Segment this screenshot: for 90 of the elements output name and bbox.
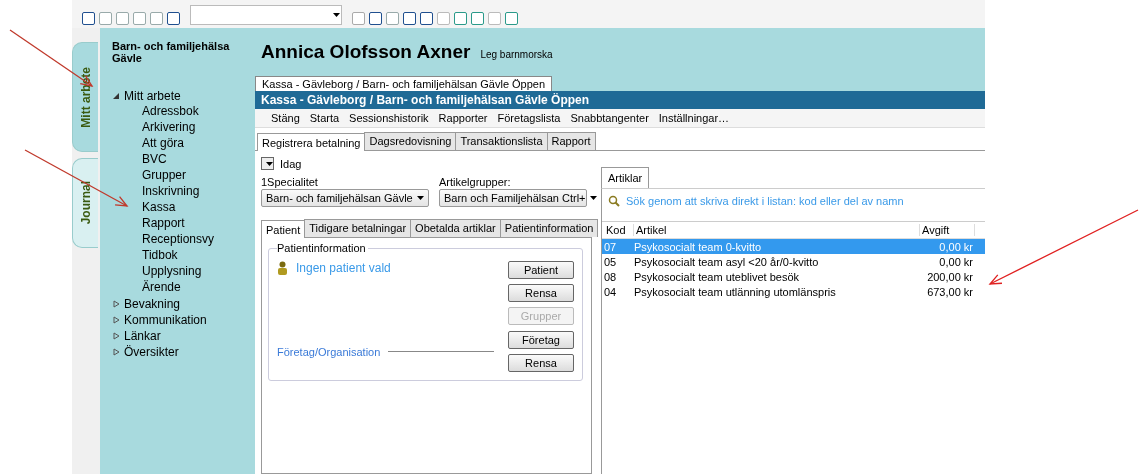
table-cell-text: Psykosocialt team asyl <20 år/0-kvitto <box>634 255 820 268</box>
column-header[interactable]: Artikel <box>634 224 920 236</box>
menu-item[interactable]: Starta <box>309 112 340 124</box>
tree-item[interactable]: Tidbok <box>142 248 178 262</box>
tree-item[interactable]: Adressbok <box>142 104 199 118</box>
field-label: Artikelgrupper: <box>439 176 512 188</box>
column-header[interactable]: Kod <box>604 224 634 236</box>
group-title: Företag/Organisation <box>277 345 381 358</box>
tree-item[interactable]: Översikter <box>124 345 179 359</box>
menu-item[interactable]: Sessionshistorik <box>349 112 429 124</box>
toolbar-icon[interactable] <box>471 12 484 25</box>
table-cell-text: Psykosocialt team utlänning utomlänspris <box>634 285 837 298</box>
table-cell-text: 0,00 kr <box>938 240 974 253</box>
table-row[interactable]: 04 Psykosocialt team utlänning utomlänspris 673,00 kr <box>602 284 985 299</box>
tab[interactable]: Registrera betalning <box>257 133 366 151</box>
toolbar-icon[interactable] <box>82 12 95 25</box>
tree-item[interactable]: Arkivering <box>142 120 196 134</box>
toolbar-icon[interactable] <box>403 12 416 25</box>
toolbar-combo-box[interactable] <box>190 5 342 25</box>
dropdown-button[interactable] <box>261 157 274 170</box>
table-cell-text: 08 <box>604 270 618 283</box>
tree-item[interactable]: Kommunikation <box>124 313 207 327</box>
tab[interactable]: Artiklar <box>601 167 650 188</box>
unit-title: Barn- och familjehälsa Gävle <box>112 40 231 64</box>
user-name: Annica Olofsson Axner <box>261 41 471 63</box>
table-cell-text: Psykosocialt team 0-kvitto <box>634 240 763 253</box>
caret-icon <box>264 160 274 167</box>
tab[interactable]: Patientinformation <box>499 219 599 237</box>
tree-item[interactable]: Att göra <box>142 136 185 150</box>
button[interactable]: Patient <box>508 261 574 279</box>
expand-icon[interactable] <box>112 332 120 340</box>
toolbar-icon[interactable] <box>505 12 518 25</box>
panel-title: Kassa - Gävleborg / Barn- och familjehälsan Gävle Öppen <box>255 91 985 109</box>
toolbar-icon[interactable] <box>420 12 433 25</box>
menu-item[interactable]: Stäng <box>271 112 300 124</box>
document-tab[interactable]: Kassa - Gävleborg / Barn- och familjehälsan Gävle Öppen <box>255 76 553 91</box>
tab[interactable]: Patient <box>261 220 306 238</box>
expand-icon[interactable] <box>112 316 120 324</box>
caret-icon <box>332 12 341 18</box>
tree-item[interactable]: Kassa <box>142 200 176 214</box>
person-icon <box>277 261 288 275</box>
tab[interactable]: Tidigare betalningar <box>304 219 412 237</box>
tree-item[interactable]: Grupper <box>142 168 187 182</box>
menu-item[interactable]: Företagslista <box>497 112 561 124</box>
expand-icon[interactable] <box>112 300 120 308</box>
search-icon <box>608 195 620 207</box>
tree-item[interactable]: Inskrivning <box>142 184 200 198</box>
tab[interactable]: Transaktionslista <box>455 132 548 150</box>
column-header[interactable]: Avgift <box>920 224 975 236</box>
table-cell-text: 0,00 kr <box>938 255 974 268</box>
table-cell-text: 07 <box>604 240 618 253</box>
field-label: 1Specialitet <box>261 176 319 188</box>
toolbar-icon[interactable] <box>454 12 467 25</box>
tree-item[interactable]: Länkar <box>124 329 161 343</box>
button[interactable]: Rensa <box>508 284 574 302</box>
tree-item[interactable]: Mitt arbete <box>124 89 181 103</box>
table-cell-text: 04 <box>604 285 618 298</box>
tree-item[interactable]: BVC <box>142 152 167 166</box>
menu-item[interactable]: Inställningar… <box>658 112 730 124</box>
tree-item[interactable]: Upplysning <box>142 264 202 278</box>
tab[interactable]: Obetalda artiklar <box>410 219 501 237</box>
button[interactable]: Företag <box>508 331 574 349</box>
table-row[interactable]: 05 Psykosocialt team asyl <20 år/0-kvitto 0,00 kr <box>602 254 985 269</box>
table-cell-text: 673,00 kr <box>926 285 974 298</box>
date-filter-label: Idag <box>280 157 302 170</box>
tree-item[interactable]: Bevakning <box>124 297 181 311</box>
tab[interactable]: Dagsredovisning <box>364 132 457 150</box>
menu-item[interactable]: Snabbtangenter <box>570 112 649 124</box>
patient-status: Ingen patient vald <box>296 261 391 275</box>
group-title: Patientinformation <box>277 242 368 254</box>
menu-item[interactable]: Rapporter <box>438 112 488 124</box>
table-cell-text: 05 <box>604 255 618 268</box>
caret-icon <box>588 195 598 201</box>
table-cell-text: Psykosocialt team uteblivet besök <box>634 270 801 283</box>
expand-icon[interactable] <box>112 348 120 356</box>
tree-item[interactable]: Rapport <box>142 216 185 230</box>
table-cell-text: 200,00 kr <box>926 270 974 283</box>
tab[interactable]: Rapport <box>546 132 596 150</box>
collapse-icon[interactable] <box>112 92 120 100</box>
table-row[interactable]: 08 Psykosocialt team uteblivet besök 200,00 kr <box>602 269 985 284</box>
user-role: Leg barnmorska <box>480 49 553 60</box>
toolbar-icon[interactable] <box>369 12 382 25</box>
vertical-tab[interactable]: Mitt arbete <box>72 42 98 152</box>
caret-icon <box>415 195 425 201</box>
vertical-tab[interactable]: Journal <box>72 158 98 248</box>
tree-item[interactable]: Ärende <box>142 280 181 294</box>
tree-item[interactable]: Receptionsvy <box>142 232 215 246</box>
button[interactable]: Rensa <box>508 354 574 372</box>
specialty-dropdown[interactable]: Barn- och familjehälsan Gävle <box>261 189 429 207</box>
toolbar-icon[interactable] <box>167 12 180 25</box>
